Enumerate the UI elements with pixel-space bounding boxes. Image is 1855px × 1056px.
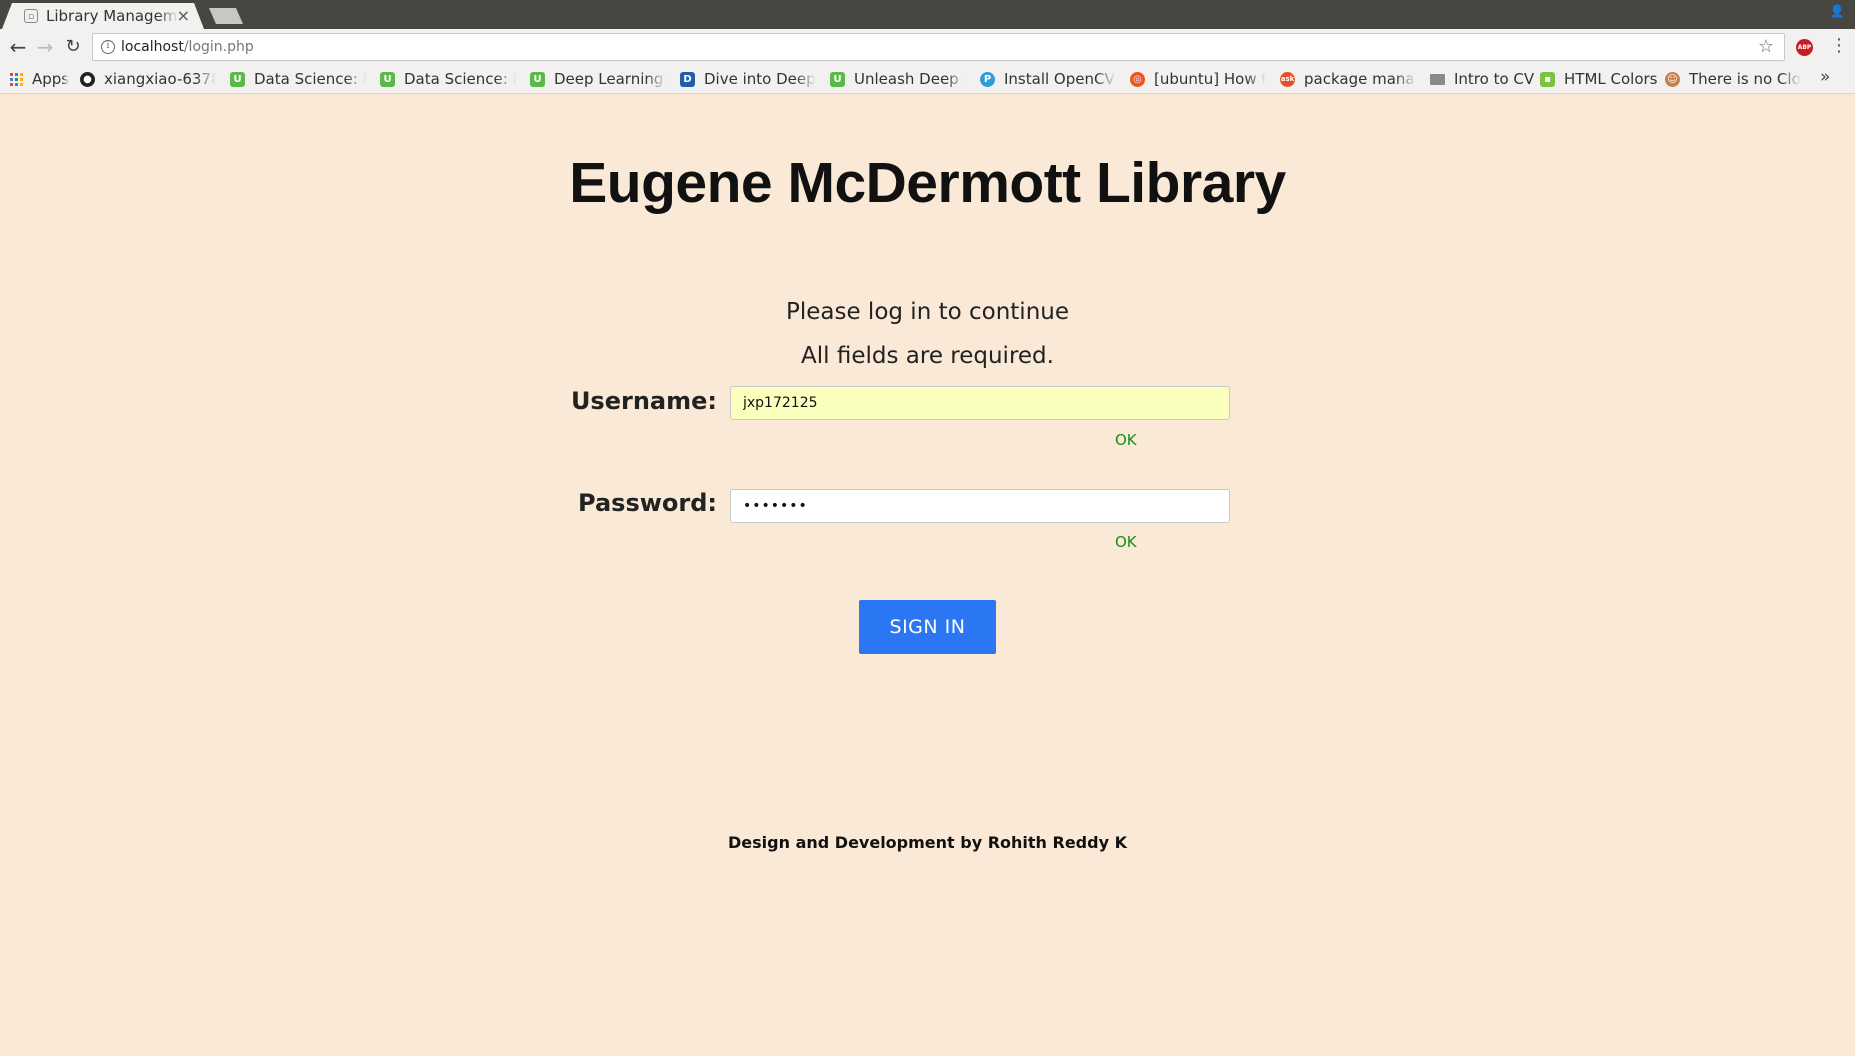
page-title: Eugene McDermott Library [569,151,1286,215]
bookmark-item[interactable]: U Deep Learning: C [530,65,666,93]
tab-title: Library Management System [46,7,178,25]
folder-icon [1430,73,1445,85]
adblock-plus-icon[interactable]: ABP [1796,39,1813,56]
reload-icon[interactable]: ↻ [61,35,85,59]
url-text[interactable]: localhost/login.php [121,39,254,55]
password-label: Password: [578,489,717,517]
tab-close-icon[interactable]: × [177,6,190,25]
bookmark-label: Deep Learning: C [554,70,666,88]
sign-in-button[interactable]: SIGN IN [859,600,996,654]
address-bar[interactable]: i localhost/login.php ☆ [92,33,1785,61]
bookmark-item[interactable]: ▪ HTML Colors [1540,65,1658,93]
bookmark-label: Intro to CV [1454,70,1535,88]
url-host: localhost [121,39,184,55]
ubuntu-icon: ◎ [1130,71,1145,87]
bookmarks-bar: Apps ● xiangxiao-6378- U Data Science: D… [0,65,1855,94]
back-icon[interactable]: ← [6,35,30,59]
bookmark-item[interactable]: ◎ [ubuntu] How to [1130,65,1266,93]
url-path: /login.php [183,39,254,55]
colors-icon: ▪ [1540,71,1555,87]
bookmark-star-icon[interactable]: ☆ [1758,36,1774,57]
bookmark-item[interactable]: ask package manage [1280,65,1416,93]
udemy-icon: U [830,71,845,87]
login-page: Eugene McDermott Library Please log in t… [0,94,1855,1056]
bookmark-label: Data Science: Pr [404,70,516,88]
bookmark-label: xiangxiao-6378- [104,70,216,88]
sticker-icon: ☺ [1665,71,1680,87]
askubuntu-icon: ask [1280,71,1295,87]
browser-tab[interactable]: ▫ Library Management System × [2,3,204,29]
bookmark-label: There is no Clou [1689,70,1801,88]
bookmark-label: HTML Colors [1564,70,1658,88]
bookmark-label: Dive into Deep L [704,70,816,88]
bookmark-item[interactable]: U Data Science: De [230,65,366,93]
udemy-icon: U [530,71,545,87]
bookmark-label: [ubuntu] How to [1154,70,1266,88]
footer-credit: Design and Development by Rohith Reddy K [728,833,1127,852]
github-icon: ● [80,71,95,87]
browser-menu-icon[interactable]: ⋮ [1830,35,1848,56]
page-favicon-icon: ▫ [24,9,38,23]
bookmark-label: Apps [32,70,70,88]
username-input[interactable] [730,386,1230,420]
bookmark-label: Install OpenCV 3 [1004,70,1116,88]
bookmark-folder[interactable]: Intro to CV [1430,65,1534,93]
new-tab-button[interactable] [209,8,243,24]
bookmark-item[interactable]: ☺ There is no Clou [1665,65,1801,93]
book-icon: D [680,71,695,87]
username-status: OK [1115,431,1137,449]
forward-icon[interactable]: → [33,35,57,59]
password-input[interactable] [730,489,1230,523]
password-status: OK [1115,533,1137,551]
bookmark-item[interactable]: U Data Science: Pr [380,65,516,93]
p-icon: P [980,71,995,87]
bookmark-item[interactable]: D Dive into Deep L [680,65,816,93]
udemy-icon: U [230,71,245,87]
bookmark-label: Unleash Deep Le [854,70,966,88]
tab-strip: ▫ Library Management System × 👤 [0,0,1855,29]
login-prompt: Please log in to continue [785,299,1069,325]
udemy-icon: U [380,71,395,87]
browser-toolbar: ← → ↻ i localhost/login.php ☆ ABP ⋮ [0,29,1855,65]
bookmark-apps[interactable]: Apps [10,65,69,93]
profile-icon[interactable]: 👤 [1829,4,1845,20]
bookmark-label: package manage [1304,70,1416,88]
bookmark-item[interactable]: U Unleash Deep Le [830,65,966,93]
bookmark-item[interactable]: ● xiangxiao-6378- [80,65,216,93]
bookmark-label: Data Science: De [254,70,366,88]
apps-grid-icon [10,72,23,86]
more-bookmarks-icon[interactable]: » [1820,67,1830,87]
required-note: All fields are required. [801,343,1054,369]
bookmark-item[interactable]: P Install OpenCV 3 [980,65,1116,93]
username-label: Username: [570,387,717,415]
site-info-icon[interactable]: i [101,40,115,54]
